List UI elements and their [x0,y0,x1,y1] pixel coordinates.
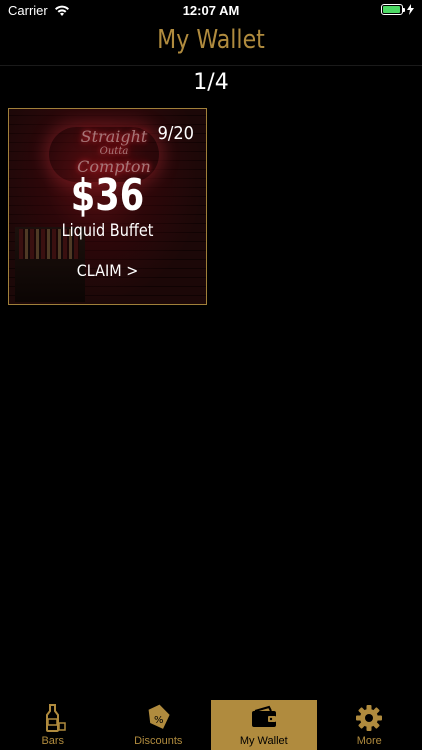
page-title: My Wallet [157,25,265,55]
coupon-name: Liquid Buffet [61,221,154,241]
nav-header: My Wallet [0,22,422,66]
tab-bars-label: Bars [41,735,65,747]
tab-bar: Bars % Discounts My Wallet More [0,700,422,750]
wallet-pager: 1/4 [193,70,229,95]
battery-icon [381,4,405,15]
discount-tag-icon: % [148,704,170,729]
tab-my-wallet[interactable]: My Wallet [211,700,317,750]
tab-more[interactable]: More [317,700,422,750]
charging-icon [407,4,414,15]
svg-text:%: % [154,715,164,726]
coupon-card[interactable]: Straight Outta Compton 9/20 $36 Liquid B… [8,108,207,305]
tab-discounts[interactable]: % Discounts [106,700,212,750]
status-right [381,4,414,15]
status-time: 12:07 AM [182,3,240,18]
gear-icon [356,705,383,731]
claim-button[interactable]: CLAIM > [19,261,196,280]
tab-my-wallet-label: My Wallet [239,735,288,747]
tab-discounts-label: Discounts [134,735,183,747]
status-bar: Carrier 12:07 AM [0,0,422,22]
tab-more-label: More [356,735,382,747]
wallet-icon [251,705,276,727]
coupon-amount: $36 [70,170,145,221]
app-root: Carrier 12:07 AM My Wallet 1/4 Straight [0,0,422,750]
bottle-icon [45,704,66,732]
coupon-count: 9/20 [157,123,194,144]
tab-bars[interactable]: Bars [0,700,106,750]
